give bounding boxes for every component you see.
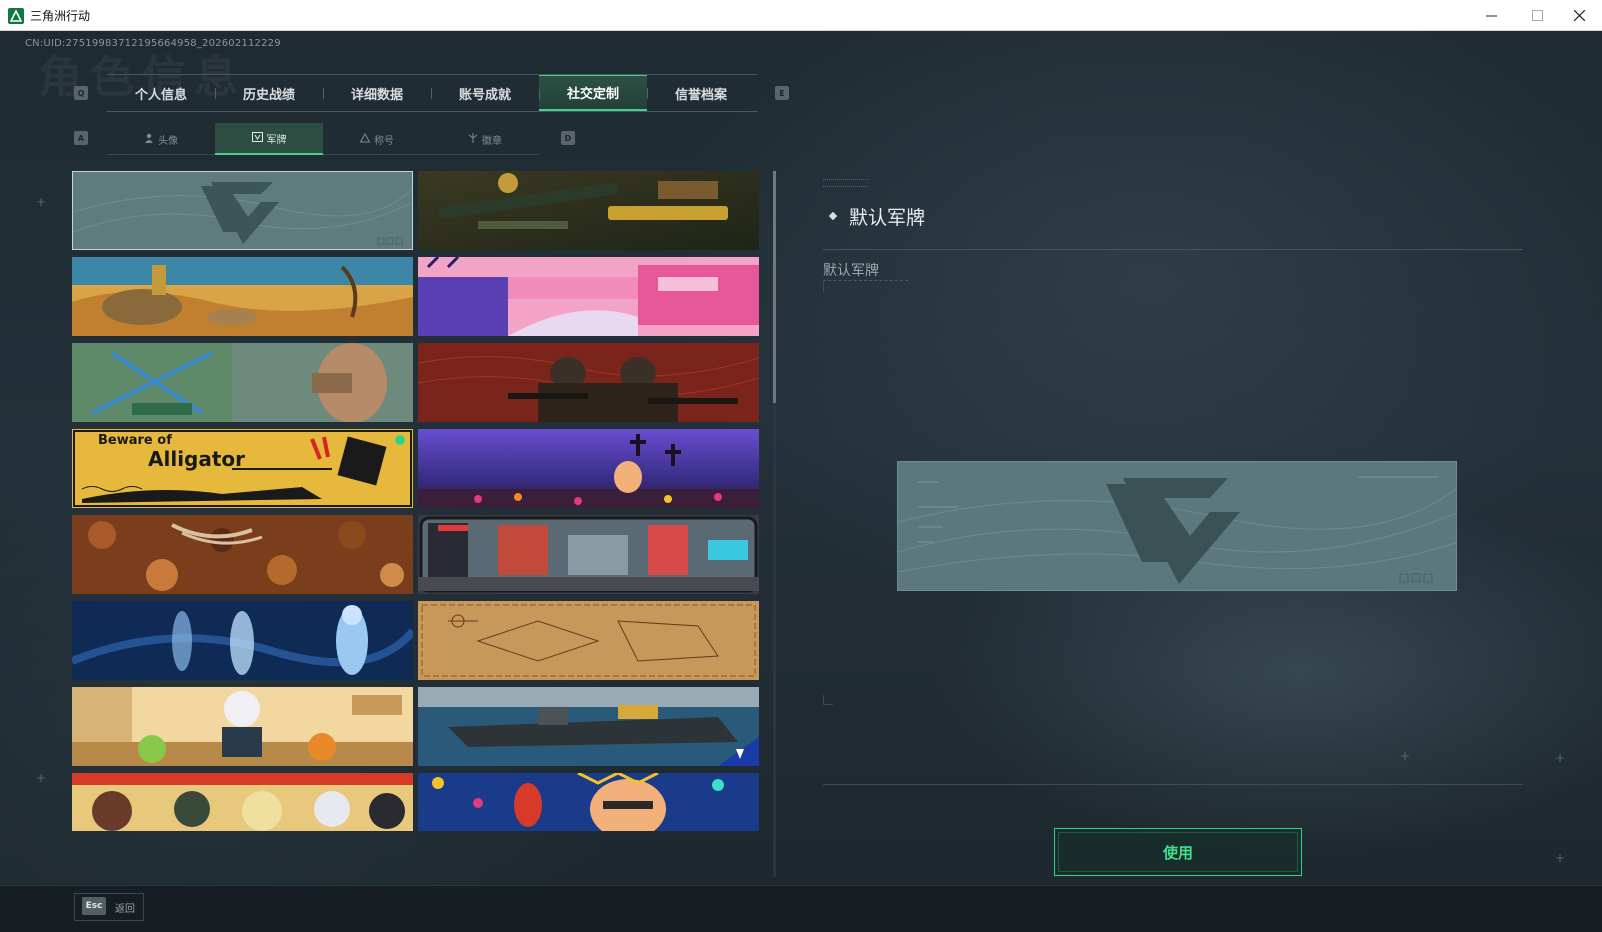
subtab-nameplate[interactable]: 军牌 — [215, 123, 323, 155]
tab-credit-profile[interactable]: 信誉档案 — [647, 75, 755, 111]
person-icon — [144, 133, 154, 146]
nameplate-card-party[interactable] — [418, 773, 759, 831]
emblem-icon — [468, 132, 478, 146]
nameplate-card-cemetery[interactable] — [418, 429, 759, 508]
corner-deco — [823, 282, 833, 292]
detail-deco-dots — [823, 280, 908, 283]
default-nameplate-preview-image — [898, 462, 1456, 590]
soldiers-image — [418, 343, 759, 422]
tab-match-history[interactable]: 历史战绩 — [215, 75, 323, 111]
party-image — [418, 773, 759, 831]
nameplate-card-weapons[interactable] — [418, 171, 759, 250]
nameplate-grid: Beware of Alligator — [72, 171, 768, 877]
tab-detailed-stats[interactable]: 详细数据 — [323, 75, 431, 111]
nameplate-card-kitchen[interactable] — [72, 687, 413, 766]
title-bar: 三角洲行动 — [0, 0, 1602, 31]
detail-divider — [823, 249, 1523, 250]
nameplate-card-default[interactable] — [72, 171, 413, 250]
sketch-image — [418, 601, 759, 680]
desert-image — [72, 257, 413, 336]
close-icon — [1573, 9, 1585, 21]
nameplate-preview — [897, 461, 1457, 591]
crossbow-image — [72, 343, 413, 422]
close-button[interactable] — [1556, 0, 1602, 30]
grid-scrollbar-thumb[interactable] — [773, 171, 776, 403]
pixel-city-image — [418, 515, 759, 594]
detail-description: 默认军牌 — [823, 263, 879, 279]
game-viewport: 角色信息 CN:UID:2751998371219566495​8_202602… — [0, 31, 1602, 932]
subtab-emblem[interactable]: 徽章 — [431, 123, 539, 155]
prev-subtab-key-hint[interactable]: A — [74, 131, 88, 145]
app-logo-icon — [8, 8, 24, 24]
maximize-icon — [1531, 9, 1543, 21]
subtab-avatar[interactable]: 头像 — [107, 123, 215, 155]
nameplate-card-pink-city[interactable] — [418, 257, 759, 336]
game-window: 三角洲行动 角色信息 CN:UID:2751998371219566495​8_… — [0, 0, 1602, 932]
xray-image — [72, 601, 413, 680]
maximize-button[interactable] — [1514, 0, 1560, 30]
detail-deco-lines — [823, 179, 868, 187]
crosshair-deco-icon: + — [1555, 751, 1566, 765]
detail-title: 默认军牌 — [849, 207, 926, 229]
detail-bottom-divider — [823, 784, 1523, 785]
subtab-label: 称号 — [374, 135, 394, 147]
triangle-icon — [359, 132, 371, 146]
footer-bar — [0, 885, 1602, 932]
nameplate-card-pixel-city[interactable] — [418, 515, 759, 594]
subtab-label: 徽章 — [482, 135, 502, 147]
carrier-image — [418, 687, 759, 766]
autumn-image — [72, 515, 413, 594]
next-subtab-key-hint[interactable]: D — [561, 131, 575, 145]
alligator-text-main: Alligator — [148, 447, 246, 471]
sub-tab-bar: 头像 军牌 称号 徽章 — [107, 123, 539, 155]
grid-scrollbar[interactable] — [773, 171, 776, 877]
minimize-icon — [1485, 15, 1497, 16]
nameplate-card-sketch[interactable] — [418, 601, 759, 680]
crosshair-deco-icon: + — [1555, 851, 1566, 865]
nameplate-card-crossbow[interactable] — [72, 343, 413, 422]
nameplate-card-soldiers[interactable] — [418, 343, 759, 422]
default-nameplate-image — [73, 172, 412, 249]
crosshair-deco-icon: + — [36, 195, 47, 209]
tab-achievements[interactable]: 账号成就 — [431, 75, 539, 111]
squad-image — [72, 773, 413, 831]
diamond-bullet-icon — [828, 211, 838, 221]
window-title: 三角洲行动 — [30, 9, 91, 23]
nameplate-card-desert[interactable] — [72, 257, 413, 336]
crosshair-deco-icon: + — [36, 771, 47, 785]
main-tab-bar: 个人信息 历史战绩 详细数据 账号成就 社交定制 信誉档案 — [107, 74, 757, 112]
nameplate-card-carrier[interactable] — [418, 687, 759, 766]
corner-deco — [823, 695, 833, 705]
next-tab-key-hint[interactable]: E — [775, 86, 789, 100]
subtab-label: 头像 — [158, 135, 178, 147]
minimize-button[interactable] — [1468, 0, 1514, 30]
weapons-image — [418, 171, 759, 250]
use-button[interactable]: 使用 — [1054, 828, 1302, 876]
nameplate-card-xray[interactable] — [72, 601, 413, 680]
tab-personal-info[interactable]: 个人信息 — [107, 75, 215, 111]
crosshair-deco-icon: + — [1400, 749, 1411, 763]
esc-key-hint[interactable]: Esc — [82, 897, 106, 915]
alligator-text-top: Beware of — [98, 433, 172, 448]
nameplate-card-autumn[interactable] — [72, 515, 413, 594]
subtab-label: 军牌 — [266, 134, 287, 146]
back-label[interactable]: 返回 — [115, 900, 135, 915]
badge-icon — [251, 131, 263, 145]
nameplate-card-alligator[interactable]: Beware of Alligator — [72, 429, 413, 508]
nameplate-card-squad[interactable] — [72, 773, 413, 831]
uid-label: CN:UID:2751998371219566495​8_20260211222… — [25, 38, 281, 49]
tab-social-custom[interactable]: 社交定制 — [539, 75, 647, 111]
prev-tab-key-hint[interactable]: Q — [74, 86, 88, 100]
cemetery-image — [418, 429, 759, 508]
kitchen-image — [72, 687, 413, 766]
subtab-title[interactable]: 称号 — [323, 123, 431, 155]
pink-city-image — [418, 257, 759, 336]
